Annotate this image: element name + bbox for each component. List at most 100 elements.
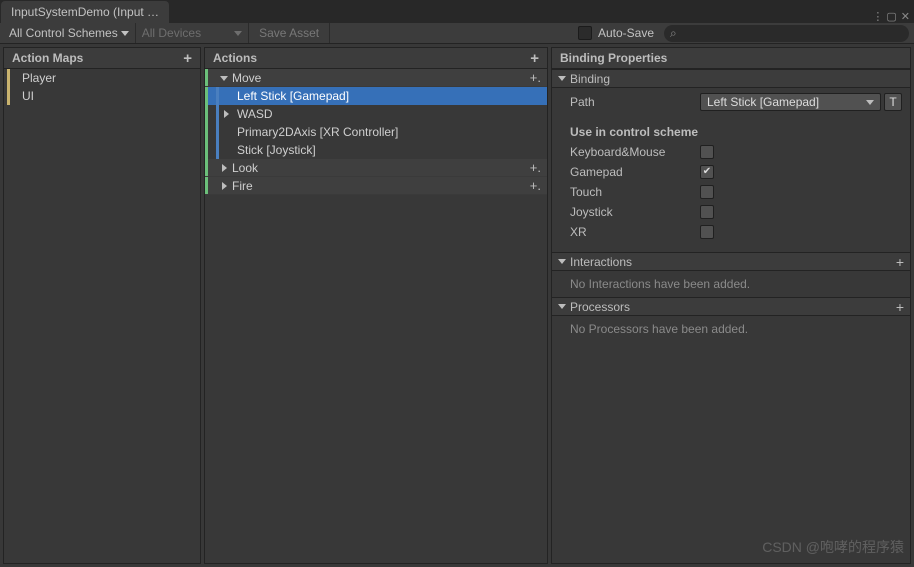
save-asset-button[interactable]: Save Asset xyxy=(249,23,330,43)
scheme-label: Joystick xyxy=(570,205,700,219)
scheme-checkbox[interactable] xyxy=(700,205,714,219)
binding-color-bar xyxy=(216,87,219,105)
window-controls: ⋮ ▢ ✕ xyxy=(872,10,914,23)
devices-label: All Devices xyxy=(142,26,201,40)
search-icon: ⌕ xyxy=(670,26,677,41)
maximize-icon[interactable]: ▢ xyxy=(886,10,896,23)
color-bar xyxy=(205,177,208,194)
color-bar xyxy=(205,141,208,159)
interactions-section-header[interactable]: Interactions + xyxy=(552,252,910,271)
add-processor-button[interactable]: + xyxy=(896,299,904,315)
binding-properties-panel: Binding Properties Binding Path Left Sti… xyxy=(551,47,911,564)
scheme-label: Gamepad xyxy=(570,165,700,179)
scheme-row: Touch xyxy=(570,182,902,202)
binding-label: Stick [Joystick] xyxy=(233,143,316,157)
auto-save-label: Auto-Save xyxy=(598,26,654,40)
auto-save-toggle[interactable]: Auto-Save xyxy=(568,26,664,40)
control-schemes-label: All Control Schemes xyxy=(9,26,118,40)
foldout-icon xyxy=(558,259,566,264)
foldout-icon[interactable] xyxy=(219,110,233,118)
actions-list: Move +. Left Stick [Gamepad] WASD Primary2DA… xyxy=(205,69,547,563)
actions-header: Actions + xyxy=(205,48,547,69)
auto-save-checkbox[interactable] xyxy=(578,26,592,40)
action-item[interactable]: Move +. xyxy=(205,69,547,87)
action-item[interactable]: Look +. xyxy=(205,159,547,177)
scheme-label: XR xyxy=(570,225,700,239)
add-interaction-button[interactable]: + xyxy=(896,254,904,270)
binding-label: WASD xyxy=(233,107,273,121)
scheme-row: Gamepad xyxy=(570,162,902,182)
binding-item[interactable]: WASD xyxy=(205,105,547,123)
add-binding-button[interactable]: +. xyxy=(530,179,541,192)
scheme-label: Keyboard&Mouse xyxy=(570,145,700,159)
chevron-down-icon xyxy=(121,31,129,36)
action-map-item[interactable]: Player xyxy=(4,69,200,87)
add-action-map-button[interactable]: + xyxy=(183,50,192,67)
action-label: Look xyxy=(230,161,258,175)
binding-item[interactable]: Stick [Joystick] xyxy=(205,141,547,159)
binding-label: Left Stick [Gamepad] xyxy=(233,89,349,103)
use-in-scheme-header: Use in control scheme xyxy=(570,122,902,142)
interactions-empty-text: No Interactions have been added. xyxy=(552,271,910,297)
color-bar xyxy=(205,159,208,176)
foldout-icon[interactable] xyxy=(218,161,230,175)
binding-properties-header: Binding Properties xyxy=(552,48,910,69)
scheme-row: Joystick xyxy=(570,202,902,222)
actions-panel: Actions + Move +. Left Stick [Gamepad] WASD… xyxy=(204,47,548,564)
color-bar xyxy=(7,87,10,105)
scheme-row: XR xyxy=(570,222,902,242)
scheme-checkbox[interactable] xyxy=(700,225,714,239)
scheme-label: Touch xyxy=(570,185,700,199)
foldout-icon xyxy=(558,76,566,81)
action-item[interactable]: Fire +. xyxy=(205,177,547,195)
color-bar xyxy=(205,123,208,141)
binding-label: Primary2DAxis [XR Controller] xyxy=(233,125,398,139)
path-value: Left Stick [Gamepad] xyxy=(707,95,819,109)
action-maps-list: Player UI xyxy=(4,69,200,563)
add-binding-button[interactable]: +. xyxy=(530,161,541,174)
color-bar xyxy=(7,69,10,87)
color-bar xyxy=(205,69,208,86)
scheme-row: Keyboard&Mouse xyxy=(570,142,902,162)
action-label: Fire xyxy=(230,179,253,193)
binding-section-header[interactable]: Binding xyxy=(552,69,910,88)
color-bar xyxy=(205,87,208,105)
binding-color-bar xyxy=(216,123,219,141)
color-bar xyxy=(205,105,208,123)
binding-color-bar xyxy=(216,141,219,159)
tab-bar: InputSystemDemo (Input … ⋮ ▢ ✕ xyxy=(0,0,914,23)
scheme-checkbox[interactable] xyxy=(700,145,714,159)
menu-icon[interactable]: ⋮ xyxy=(872,10,882,23)
binding-item[interactable]: Primary2DAxis [XR Controller] xyxy=(205,123,547,141)
control-schemes-dropdown[interactable]: All Control Schemes xyxy=(3,23,136,43)
binding-item[interactable]: Left Stick [Gamepad] xyxy=(205,87,547,105)
action-map-item[interactable]: UI xyxy=(4,87,200,105)
action-map-label: UI xyxy=(22,89,34,103)
chevron-down-icon xyxy=(234,31,242,36)
chevron-down-icon xyxy=(866,100,874,105)
add-action-button[interactable]: + xyxy=(530,50,539,67)
tab-title: InputSystemDemo (Input … xyxy=(11,5,159,19)
foldout-icon[interactable] xyxy=(218,179,230,193)
asset-tab[interactable]: InputSystemDemo (Input … xyxy=(1,1,169,23)
listen-button[interactable]: T xyxy=(884,93,902,111)
close-icon[interactable]: ✕ xyxy=(901,10,910,23)
search-input[interactable]: ⌕ xyxy=(664,25,909,42)
scheme-checkbox[interactable] xyxy=(700,185,714,199)
scheme-checkbox[interactable] xyxy=(700,165,714,179)
path-dropdown[interactable]: Left Stick [Gamepad] xyxy=(700,93,881,111)
devices-dropdown[interactable]: All Devices xyxy=(136,23,249,43)
path-label: Path xyxy=(570,95,700,109)
foldout-icon xyxy=(558,304,566,309)
path-row: Path Left Stick [Gamepad] T xyxy=(570,92,902,112)
action-label: Move xyxy=(230,71,261,85)
add-binding-button[interactable]: +. xyxy=(530,71,541,84)
save-asset-label: Save Asset xyxy=(259,26,319,40)
toolbar: All Control Schemes All Devices Save Ass… xyxy=(0,23,914,44)
use-in-scheme-label: Use in control scheme xyxy=(570,125,698,139)
action-map-label: Player xyxy=(22,71,56,85)
action-maps-panel: Action Maps + PlayerUI xyxy=(3,47,201,564)
binding-section-body: Path Left Stick [Gamepad] T Use in contr… xyxy=(552,88,910,252)
processors-section-header[interactable]: Processors + xyxy=(552,297,910,316)
foldout-icon[interactable] xyxy=(218,71,230,85)
